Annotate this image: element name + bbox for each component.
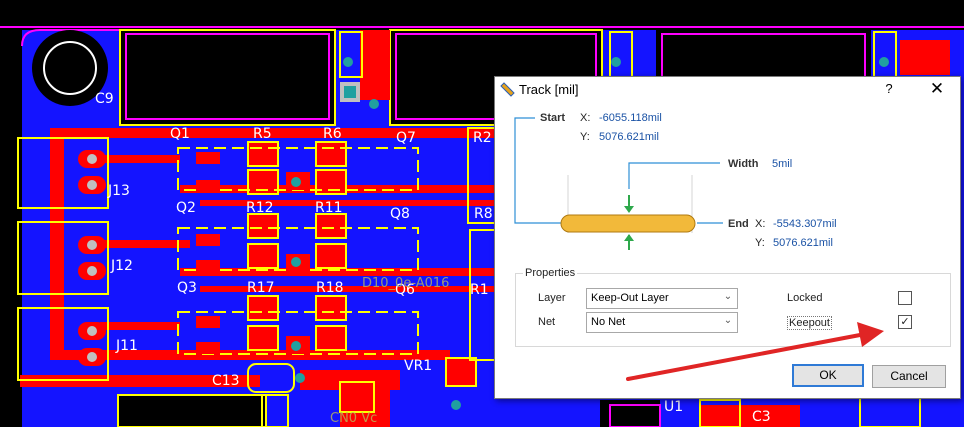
- label-u1: U1: [664, 399, 684, 415]
- faint-silkscreen-text-2: CN0 Vc: [330, 411, 378, 426]
- label-r5: R5: [253, 126, 272, 142]
- width-label: Width: [728, 158, 759, 170]
- label-j11: J11: [116, 338, 138, 354]
- end-x-value[interactable]: -5543.307mil: [773, 218, 837, 230]
- start-label: Start: [540, 112, 566, 124]
- properties-group: [515, 273, 951, 347]
- keepout-label: Keepout: [787, 316, 832, 330]
- label-r17: R17: [247, 280, 275, 296]
- label-r12: R12: [246, 200, 274, 216]
- start-x-label: X:: [580, 112, 591, 124]
- layer-select-value: Keep-Out Layer: [591, 292, 669, 304]
- label-vr1: VR1: [404, 358, 433, 374]
- label-r2: R2: [473, 130, 492, 146]
- track-diagram: [514, 117, 723, 250]
- end-x-label: X:: [755, 218, 766, 230]
- chevron-down-icon: ⌄: [723, 315, 733, 326]
- width-value[interactable]: 5mil: [772, 158, 792, 170]
- label-r11: R11: [315, 200, 343, 216]
- label-q2: Q2: [176, 200, 196, 216]
- layer-select[interactable]: Keep-Out Layer ⌄: [586, 288, 738, 309]
- label-j13: J13: [108, 183, 130, 199]
- locked-label: Locked: [787, 292, 823, 304]
- label-r1: R1: [470, 282, 489, 298]
- end-y-value[interactable]: 5076.621mil: [773, 237, 833, 249]
- faint-silkscreen-text: D10_0e-A016: [362, 276, 450, 291]
- properties-title: Properties: [523, 267, 578, 279]
- label-j12: J12: [111, 258, 133, 274]
- locked-checkbox[interactable]: [898, 291, 912, 305]
- chevron-down-icon: ⌄: [723, 291, 733, 302]
- keepout-checkbox[interactable]: ✓: [898, 315, 912, 329]
- cancel-button[interactable]: Cancel: [872, 365, 946, 388]
- layer-label: Layer: [538, 292, 566, 304]
- end-label: End: [728, 218, 749, 230]
- label-c9: C9: [95, 91, 114, 107]
- start-x-value[interactable]: -6055.118mil: [599, 112, 662, 124]
- label-r18: R18: [316, 280, 344, 296]
- label-q1: Q1: [170, 126, 190, 142]
- label-r8: R8: [474, 206, 493, 222]
- start-y-label: Y:: [580, 131, 590, 143]
- start-y-value[interactable]: 5076.621mil: [599, 131, 659, 143]
- net-select[interactable]: No Net ⌄: [586, 312, 738, 333]
- track-dialog[interactable]: Track [mil] ? ✕ Start X: -6055.118mil Y:…: [494, 76, 961, 399]
- net-label: Net: [538, 316, 556, 328]
- label-q7: Q7: [396, 130, 416, 146]
- label-q3: Q3: [177, 280, 197, 296]
- net-select-value: No Net: [591, 316, 626, 328]
- label-r6: R6: [323, 126, 342, 142]
- ok-button[interactable]: OK: [792, 364, 864, 387]
- label-c3: C3: [752, 409, 771, 425]
- end-y-label: Y:: [755, 237, 765, 249]
- label-c13: C13: [212, 373, 240, 389]
- label-q8: Q8: [390, 206, 410, 222]
